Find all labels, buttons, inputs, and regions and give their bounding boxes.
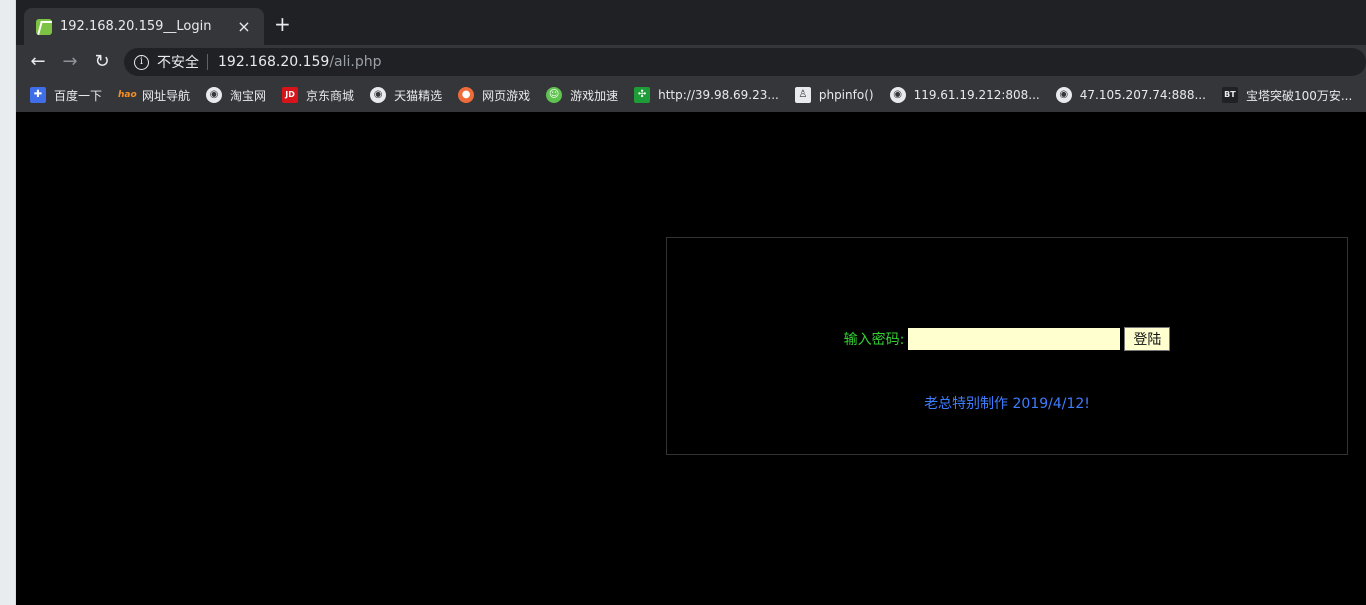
bookmark-label: 天猫精选 (394, 88, 443, 103)
jd-icon: JD (282, 87, 299, 103)
globe-icon: ◉ (1055, 87, 1072, 103)
bookmark-tmall[interactable]: ◉ 天猫精选 (370, 87, 442, 104)
active-tab[interactable]: 192.168.20.159__Login × (24, 8, 264, 45)
globe-icon: ◉ (370, 87, 387, 103)
paw-icon: ✚ (30, 87, 46, 103)
bookmark-label: 宝塔突破100万安... (1245, 88, 1353, 103)
login-panel: 输入密码: 登陆 老总特别制作 2019/4/12! (666, 237, 1348, 455)
bookmark-web-games[interactable]: ● 网页游戏 (458, 87, 530, 104)
speed-icon: ☺ (546, 87, 563, 103)
bookmark-ip-119[interactable]: ◉ 119.61.19.212:808... (889, 87, 1040, 103)
bookmark-hao[interactable]: hao 网址导航 (118, 87, 190, 104)
close-tab-icon[interactable]: × (236, 17, 252, 36)
address-divider (207, 54, 208, 70)
bookmark-taobao[interactable]: ◉ 淘宝网 (206, 87, 266, 104)
tab-title: 192.168.20.159__Login (60, 19, 212, 34)
leaf-icon: ✣ (634, 87, 651, 103)
bookmark-label: 119.61.19.212:808... (913, 88, 1040, 102)
bookmark-label: 47.105.207.74:888... (1079, 88, 1206, 102)
bookmark-jd[interactable]: JD 京东商城 (282, 87, 354, 104)
security-status[interactable]: 不安全 (157, 52, 199, 72)
balloon-icon: ● (458, 87, 475, 103)
desktop-edge (0, 0, 16, 605)
browser-toolbar: ← → ↻ i 不安全 192.168.20.159 /ali.php (16, 45, 1366, 78)
bookmark-baidu[interactable]: ✚ 百度一下 (30, 87, 102, 104)
page-content: 输入密码: 登陆 老总特别制作 2019/4/12! (16, 112, 1366, 605)
password-label: 输入密码: (843, 332, 905, 348)
bookmark-label: 网址导航 (142, 88, 191, 103)
bookmark-label: 百度一下 (54, 88, 103, 103)
hao-icon: hao (118, 90, 137, 100)
bt-icon: BT (1221, 87, 1238, 103)
bookmark-label: 淘宝网 (230, 88, 267, 103)
bookmark-label: http://39.98.69.23... (658, 88, 779, 102)
bookmarks-bar: ✚ 百度一下 hao 网址导航 ◉ 淘宝网 JD 京东商城 ◉ 天猫精选 ● 网页游戏 ☺ 游… (16, 78, 1366, 112)
url-host: 192.168.20.159 (218, 54, 330, 70)
bookmark-ip-47[interactable]: ◉ 47.105.207.74:888... (1055, 87, 1206, 103)
bookmark-game-speed[interactable]: ☺ 游戏加速 (546, 87, 618, 104)
person-icon: ♙ (794, 87, 811, 103)
bookmark-ip-39[interactable]: ✣ http://39.98.69.23... (634, 87, 779, 103)
bookmark-bt[interactable]: BT 宝塔突破100万安... (1221, 87, 1353, 104)
bookmark-label: 游戏加速 (570, 88, 619, 103)
bookmark-label: 京东商城 (306, 88, 355, 103)
browser-window: 192.168.20.159__Login × + ← → ↻ i 不安全 19… (16, 0, 1366, 605)
address-bar[interactable]: i 不安全 192.168.20.159 /ali.php (124, 48, 1366, 76)
url-path: /ali.php (329, 54, 382, 70)
bookmark-label: phpinfo() (818, 88, 874, 102)
forward-button[interactable]: → (60, 52, 80, 72)
screen: 192.168.20.159__Login × + ← → ↻ i 不安全 19… (0, 0, 1366, 605)
reload-button[interactable]: ↻ (92, 52, 112, 72)
new-tab-button[interactable]: + (274, 14, 291, 34)
globe-icon: ◉ (889, 87, 906, 103)
globe-icon: ◉ (206, 87, 223, 103)
info-icon[interactable]: i (134, 54, 149, 70)
bookmark-label: 网页游戏 (482, 88, 531, 103)
bookmark-phpinfo[interactable]: ♙ phpinfo() (794, 87, 874, 103)
password-input[interactable] (908, 328, 1121, 350)
tab-strip: 192.168.20.159__Login × + (16, 0, 1366, 45)
login-button[interactable]: 登陆 (1124, 327, 1171, 351)
credit-text: 老总特别制作 2019/4/12! (924, 396, 1090, 412)
site-favicon-icon (36, 18, 52, 35)
back-button[interactable]: ← (28, 52, 48, 72)
password-row: 输入密码: 登陆 (667, 327, 1347, 351)
